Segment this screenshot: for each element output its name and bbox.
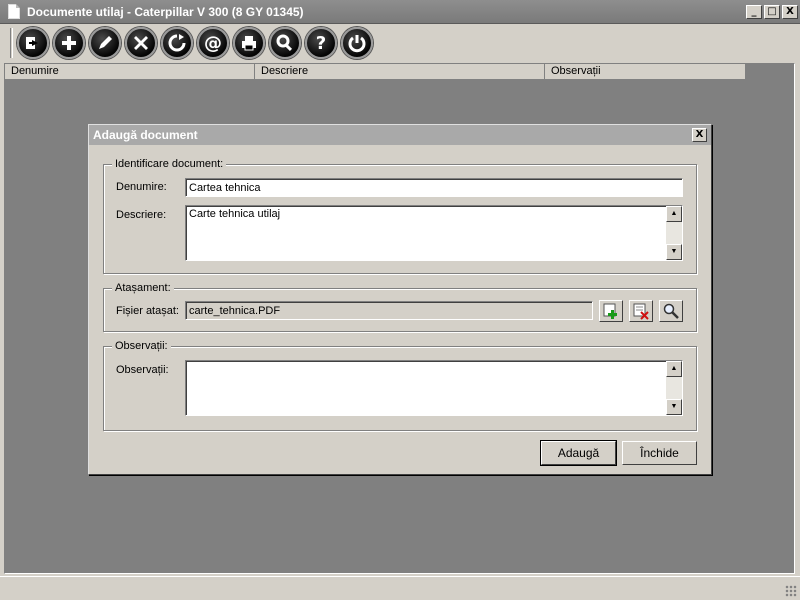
status-bar bbox=[0, 576, 800, 600]
window-controls: _ □ X bbox=[746, 5, 798, 19]
minimize-button[interactable]: _ bbox=[746, 5, 762, 19]
column-header-notes[interactable]: Observații bbox=[545, 64, 746, 80]
dialog-close-button[interactable]: X bbox=[692, 128, 707, 142]
notes-label: Observații: bbox=[116, 364, 169, 376]
magnifier-icon bbox=[663, 303, 679, 319]
description-textarea[interactable]: Carte tehnica utilaj bbox=[185, 205, 683, 261]
close-button[interactable]: X bbox=[782, 5, 798, 19]
file-path-input[interactable] bbox=[185, 301, 593, 320]
description-scrollbar[interactable]: ▲ ▼ bbox=[666, 206, 682, 260]
identification-legend: Identificare document: bbox=[112, 158, 227, 170]
add-document-dialog: Adaugă document X Identificare document:… bbox=[88, 124, 712, 475]
column-header-name[interactable]: Denumire bbox=[5, 64, 255, 80]
toolbar: @ ? bbox=[0, 24, 800, 62]
dialog-title: Adaugă document bbox=[93, 128, 198, 142]
refresh-icon[interactable] bbox=[161, 27, 193, 59]
dialog-titlebar: Adaugă document X bbox=[89, 125, 711, 145]
close-dialog-button[interactable]: Închide bbox=[622, 441, 697, 465]
add-button[interactable]: Adaugă bbox=[540, 440, 617, 466]
view-file-button[interactable] bbox=[659, 300, 683, 322]
file-label: Fișier atașat: bbox=[116, 305, 179, 317]
notes-legend: Observații: bbox=[112, 340, 171, 352]
add-file-icon bbox=[603, 303, 617, 319]
scroll-down-icon[interactable]: ▼ bbox=[666, 399, 682, 415]
maximize-button[interactable]: □ bbox=[764, 5, 780, 19]
remove-file-button[interactable] bbox=[629, 300, 653, 322]
attach-file-button[interactable] bbox=[599, 300, 623, 322]
attachment-legend: Atașament: bbox=[112, 282, 174, 294]
scroll-up-icon[interactable]: ▲ bbox=[666, 361, 682, 377]
edit-icon[interactable] bbox=[89, 27, 121, 59]
power-icon[interactable] bbox=[341, 27, 373, 59]
remove-file-icon bbox=[633, 303, 649, 320]
email-icon[interactable]: @ bbox=[197, 27, 229, 59]
notes-textarea[interactable] bbox=[185, 360, 683, 416]
toolbar-grip bbox=[10, 28, 13, 58]
resize-grip[interactable] bbox=[785, 585, 797, 597]
scroll-up-icon[interactable]: ▲ bbox=[666, 206, 682, 222]
grid-header: Denumire Descriere Observații bbox=[5, 64, 746, 80]
window-titlebar: Documente utilaj - Caterpillar V 300 (8 … bbox=[0, 0, 800, 24]
exit-icon[interactable] bbox=[17, 27, 49, 59]
name-label: Denumire: bbox=[116, 181, 167, 193]
scroll-down-icon[interactable]: ▼ bbox=[666, 244, 682, 260]
name-input[interactable] bbox=[185, 178, 683, 197]
column-header-description[interactable]: Descriere bbox=[255, 64, 545, 80]
help-icon[interactable]: ? bbox=[305, 27, 337, 59]
document-icon bbox=[8, 4, 20, 19]
notes-scrollbar[interactable]: ▲ ▼ bbox=[666, 361, 682, 415]
description-label: Descriere: bbox=[116, 209, 167, 221]
delete-icon[interactable] bbox=[125, 27, 157, 59]
search-icon[interactable] bbox=[269, 27, 301, 59]
print-icon[interactable] bbox=[233, 27, 265, 59]
add-icon[interactable] bbox=[53, 27, 85, 59]
window-title: Documente utilaj - Caterpillar V 300 (8 … bbox=[27, 4, 304, 19]
